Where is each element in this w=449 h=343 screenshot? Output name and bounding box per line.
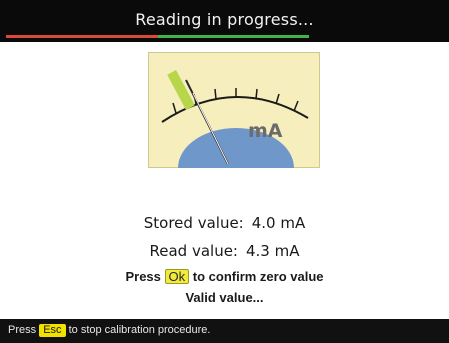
calibration-screen: Reading in progress... mA Stored value: … <box>0 0 449 343</box>
gauge-svg: mA <box>148 52 320 168</box>
gauge-illustration: mA <box>148 52 320 168</box>
esc-key-badge: Esc <box>39 324 66 337</box>
gauge-unit-label: mA <box>248 120 283 142</box>
confirm-hint-suffix: to confirm zero value <box>192 269 324 284</box>
stored-value: 4.0 mA <box>251 214 306 232</box>
stored-value-label: Stored value: <box>143 214 244 232</box>
read-value-row: Read value: 4.3 mA <box>0 242 449 260</box>
ok-key-badge: Ok <box>164 269 190 284</box>
read-value-label: Read value: <box>149 242 238 260</box>
footer-prefix: Press <box>8 324 37 336</box>
status-text: Valid value... <box>185 290 264 305</box>
footer-hint: Press Esc to stop calibration procedure. <box>8 324 210 337</box>
footer-bar: Press Esc to stop calibration procedure. <box>0 319 449 343</box>
confirm-hint: Press Ok to confirm zero value <box>0 269 449 284</box>
page-title: Reading in progress... <box>135 10 314 29</box>
header-bar: Reading in progress... <box>0 0 449 42</box>
footer-suffix: to stop calibration procedure. <box>68 324 211 336</box>
read-value: 4.3 mA <box>245 242 300 260</box>
progress-fill <box>157 35 309 38</box>
confirm-hint-prefix: Press <box>125 269 161 284</box>
stored-value-row: Stored value: 4.0 mA <box>0 214 449 232</box>
